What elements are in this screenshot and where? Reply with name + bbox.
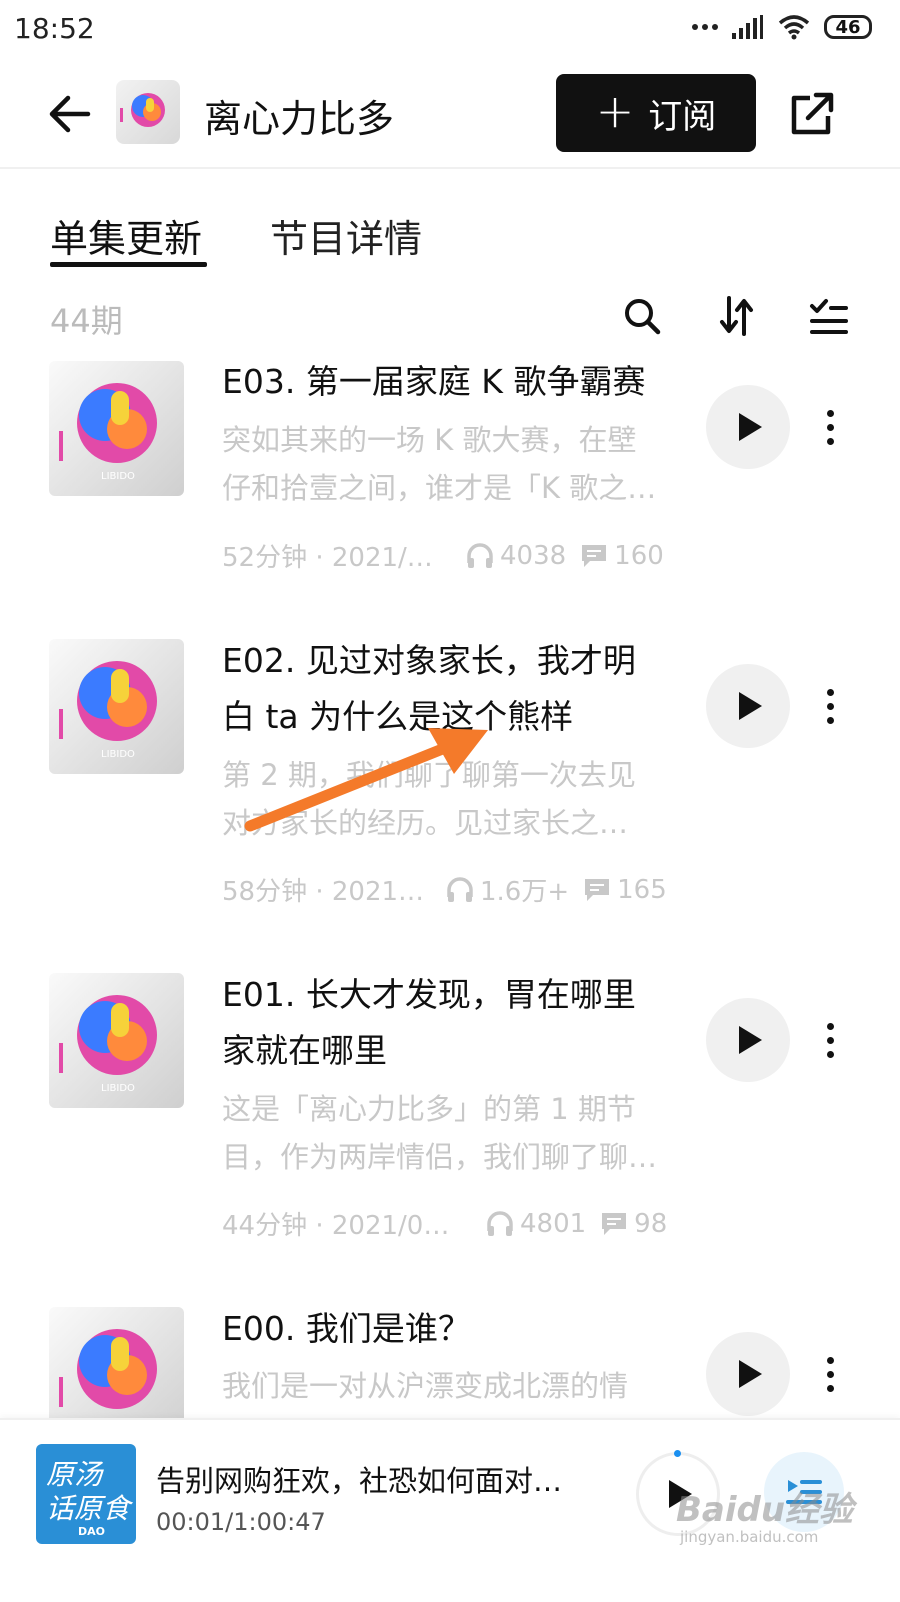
episode-more-button[interactable] [814, 1344, 846, 1404]
watermark: Baidu经验 jingyan.baidu.com [676, 1482, 856, 1552]
headphone-icon [467, 542, 493, 568]
episode-meta: 52分钟 · 2021/… 4038 160 [222, 537, 692, 574]
comment-icon [582, 544, 607, 567]
player-progress-indicator [674, 1450, 681, 1457]
subscribe-label: 订阅 [648, 96, 717, 137]
multi-select-icon[interactable] [806, 294, 850, 338]
status-indicators: 46 [692, 14, 872, 40]
episode-cover[interactable]: LIBIDO [49, 361, 184, 496]
logo-text: LIBIDO [101, 471, 135, 482]
comment-count-value: 160 [614, 540, 664, 571]
episode-description-line: 目，作为两岸情侣，我们聊了聊… [222, 1140, 658, 1174]
headphone-icon [487, 1210, 513, 1236]
episode-description-line: 仔和拾壹之间，谁才是「K 歌之… [222, 471, 657, 505]
play-count-value: 4038 [500, 540, 567, 571]
header-divider [0, 167, 900, 169]
play-count: 1.6万+ [446, 871, 569, 908]
watermark-url: jingyan.baidu.com [680, 1528, 819, 1546]
episode-description: 我们是一对从沪漂变成北漂的情 [222, 1362, 682, 1410]
episode-title[interactable]: E01. 长大才发现，胃在哪里 家就在哪里 [222, 967, 692, 1079]
episode-cover[interactable]: LIBIDO [49, 639, 184, 774]
player-cover-title: 原汤 话原食 [46, 1458, 130, 1526]
episode-title[interactable]: E03. 第一届家庭 K 歌争霸赛 [222, 354, 692, 410]
play-icon [739, 1026, 762, 1054]
search-icon[interactable] [620, 294, 664, 338]
episode-title-line: E00. 我们是谁？ [222, 1309, 471, 1348]
play-count-value: 4801 [520, 1208, 587, 1239]
episode-title[interactable]: E00. 我们是谁？ [222, 1301, 692, 1357]
episode-description: 这是「离心力比多」的第 1 期节 目，作为两岸情侣，我们聊了聊… [222, 1085, 682, 1181]
page-title: 离心力比多 [204, 97, 395, 141]
podcast-logo-icon [120, 93, 165, 127]
comment-count: 98 [600, 1209, 667, 1239]
player-cover-title-line: 原汤 [46, 1458, 103, 1491]
player-cover[interactable]: 原汤 话原食 DAO [36, 1444, 136, 1544]
player-cover-title-line: 话原食 [46, 1492, 131, 1525]
share-icon[interactable] [788, 90, 836, 138]
episode-more-button[interactable] [814, 1010, 846, 1070]
episode-duration-date: 52分钟 · 2021/… [222, 543, 433, 573]
episode-title-line: 家就在哪里 [222, 1031, 387, 1070]
comment-count-value: 98 [634, 1208, 668, 1239]
episode-description-line: 突如其来的一场 K 歌大赛，在壁 [222, 423, 637, 457]
logo-text: LIBIDO [101, 1083, 135, 1094]
watermark-main-text: Baidu经验 [676, 1490, 854, 1530]
comment-count-value: 165 [617, 874, 667, 905]
episode-duration-date: 44分钟 · 2021/0… [222, 1211, 450, 1241]
episode-more-button[interactable] [814, 397, 846, 457]
player-track-title[interactable]: 告别网购狂欢，社恐如何面对… [156, 1458, 596, 1500]
sort-icon[interactable] [714, 294, 758, 338]
episode-description-line: 我们是一对从沪漂变成北漂的情 [222, 1369, 629, 1403]
wifi-icon [778, 15, 810, 40]
headphone-icon [447, 876, 473, 902]
play-icon [739, 413, 762, 441]
play-icon [739, 1360, 762, 1388]
status-time: 18:52 [14, 12, 95, 45]
episode-play-button[interactable] [706, 1332, 790, 1416]
annotation-arrow-icon [244, 728, 488, 832]
battery-indicator: 46 [824, 15, 872, 39]
episode-play-button[interactable] [706, 664, 790, 748]
comment-count: 165 [583, 875, 667, 905]
episode-description-line: 这是「离心力比多」的第 1 期节 [222, 1092, 636, 1126]
episode-title-line: E01. 长大才发现，胃在哪里 [222, 975, 636, 1014]
tab-active-indicator [50, 262, 207, 267]
plus-icon: + [595, 84, 635, 138]
podcast-logo-icon: LIBIDO [59, 661, 157, 760]
tab-details[interactable]: 节目详情 [270, 208, 422, 263]
episode-play-button[interactable] [706, 998, 790, 1082]
play-count: 4801 [486, 1209, 586, 1239]
more-notifications-icon [692, 24, 718, 30]
episode-description: 突如其来的一场 K 歌大赛，在壁 仔和拾壹之间，谁才是「K 歌之… [222, 416, 682, 512]
player-time: 00:01/1:00:47 [156, 1508, 326, 1536]
play-count: 4038 [466, 541, 566, 571]
podcast-logo-icon: LIBIDO [59, 383, 157, 482]
comment-count: 160 [580, 541, 664, 571]
comment-icon [585, 878, 610, 901]
episode-duration-date: 58分钟 · 2021… [222, 877, 425, 907]
episode-title-line: E02. 见过对象家长，我才明 [222, 641, 636, 680]
signal-icon [732, 15, 763, 39]
player-cover-tag: DAO [78, 1525, 105, 1538]
episode-meta: 44分钟 · 2021/0… 4801 98 [222, 1205, 692, 1242]
episode-title-line: E03. 第一届家庭 K 歌争霸赛 [222, 362, 646, 401]
comment-icon [602, 1212, 627, 1235]
play-count-value: 1.6万+ [480, 877, 570, 907]
tab-episodes[interactable]: 单集更新 [50, 208, 202, 263]
podcast-cover [116, 80, 180, 144]
subscribe-button[interactable]: + 订阅 [556, 74, 756, 152]
episode-meta: 58分钟 · 2021… 1.6万+ 165 [222, 871, 692, 908]
logo-text: LIBIDO [101, 749, 135, 760]
podcast-logo-icon: LIBIDO [59, 995, 157, 1094]
episode-more-button[interactable] [814, 676, 846, 736]
episode-cover[interactable]: LIBIDO [49, 973, 184, 1108]
back-arrow-icon[interactable] [48, 92, 92, 136]
episode-count: 44期 [50, 302, 123, 340]
play-icon [739, 692, 762, 720]
episode-play-button[interactable] [706, 385, 790, 469]
